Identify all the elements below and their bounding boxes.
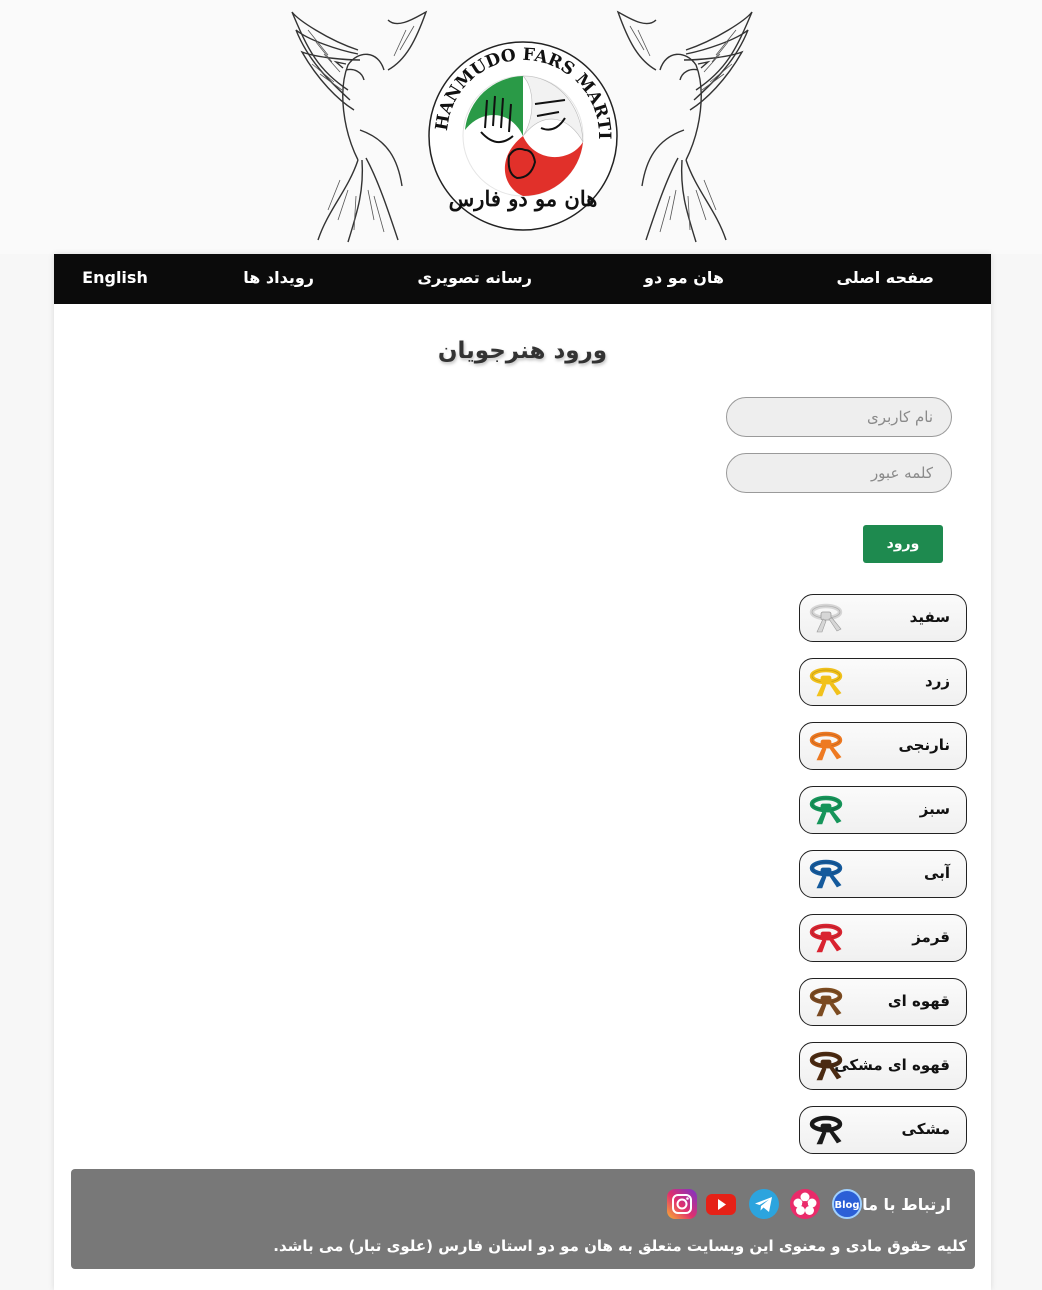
header-banner: HANMUDO FARS MARTIAL ARTS هان مو دو فارس bbox=[0, 0, 1042, 254]
blog-icon-text: Blog bbox=[834, 1200, 859, 1211]
belt-button[interactable]: آبی bbox=[799, 850, 967, 898]
belt-button[interactable]: زرد bbox=[799, 658, 967, 706]
nav-events[interactable]: رویداد ها bbox=[243, 254, 314, 304]
flower-icon[interactable] bbox=[789, 1188, 821, 1220]
blog-icon[interactable]: Blog bbox=[831, 1188, 863, 1220]
password-input[interactable] bbox=[726, 453, 952, 493]
phoenix-left-image bbox=[291, 10, 428, 243]
logo-text-fa: هان مو دو فارس bbox=[448, 186, 598, 211]
telegram-icon[interactable] bbox=[748, 1188, 780, 1220]
login-button[interactable]: ورود bbox=[863, 525, 943, 563]
brown-black-belt-icon bbox=[809, 1051, 843, 1081]
green-belt-icon bbox=[809, 795, 843, 825]
page-title: ورود هنرجویان bbox=[437, 338, 608, 364]
belt-button[interactable]: مشکی bbox=[799, 1106, 967, 1154]
contact-label: ارتباط با ما bbox=[862, 1195, 951, 1214]
nav-english[interactable]: English bbox=[80, 254, 150, 304]
instagram-icon[interactable] bbox=[666, 1188, 698, 1220]
black-belt-icon bbox=[809, 1115, 843, 1145]
yellow-belt-icon bbox=[809, 667, 843, 697]
belt-label: سفید bbox=[909, 608, 950, 626]
belt-button[interactable]: سفید bbox=[799, 594, 967, 642]
main-card: صفحه اصلی هان مو دو رسانه تصویری رویداد … bbox=[54, 254, 991, 1290]
youtube-icon[interactable] bbox=[705, 1188, 737, 1220]
belt-label: قرمز bbox=[912, 928, 950, 946]
copyright-text: کلیه حقوق مادی و معنوی این وبسایت متعلق … bbox=[273, 1237, 967, 1255]
white-belt-icon bbox=[809, 603, 843, 633]
footer: ارتباط با ما Blog کلیه حقوق مادی و معنوی… bbox=[71, 1169, 975, 1269]
red-belt-icon bbox=[809, 923, 843, 953]
belt-button[interactable]: سبز bbox=[799, 786, 967, 834]
belt-button[interactable]: قهوه ای مشکی bbox=[799, 1042, 967, 1090]
phoenix-right-image bbox=[616, 10, 753, 243]
nav-hanmudo[interactable]: هان مو دو bbox=[644, 254, 724, 304]
belt-label: سبز bbox=[919, 800, 950, 818]
nav-home[interactable]: صفحه اصلی bbox=[837, 254, 934, 304]
nav-media[interactable]: رسانه تصویری bbox=[417, 254, 532, 304]
belt-button[interactable]: قهوه ای bbox=[799, 978, 967, 1026]
username-input[interactable] bbox=[726, 397, 952, 437]
orange-belt-icon bbox=[809, 731, 843, 761]
brown-belt-icon bbox=[809, 987, 843, 1017]
belt-label: نارنجی bbox=[898, 736, 950, 754]
belt-label: قهوه ای bbox=[887, 992, 950, 1010]
blue-belt-icon bbox=[809, 859, 843, 889]
belt-label: مشکی bbox=[901, 1120, 950, 1138]
belt-label: زرد bbox=[925, 672, 950, 690]
belt-label: آبی bbox=[924, 864, 950, 882]
belt-label: قهوه ای مشکی bbox=[834, 1056, 950, 1074]
main-navbar: صفحه اصلی هان مو دو رسانه تصویری رویداد … bbox=[54, 254, 991, 304]
belt-button[interactable]: قرمز bbox=[799, 914, 967, 962]
belt-button[interactable]: نارنجی bbox=[799, 722, 967, 770]
